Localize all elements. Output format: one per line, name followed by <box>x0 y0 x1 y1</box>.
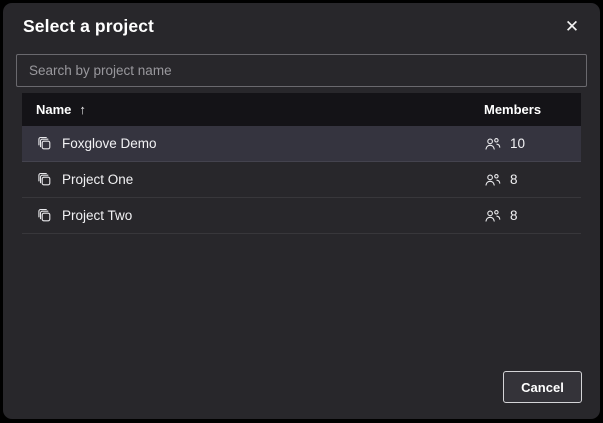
column-header-name-label: Name <box>36 102 71 117</box>
select-project-dialog: Select a project ✕ Name ↑ Members <box>3 3 600 419</box>
dialog-title: Select a project <box>23 16 580 37</box>
project-layers-icon <box>36 207 53 224</box>
dialog-footer: Cancel <box>503 371 582 403</box>
project-row[interactable]: Project Two 8 <box>22 198 581 234</box>
modal-backdrop: Select a project ✕ Name ↑ Members <box>0 0 603 423</box>
table-body: Foxglove Demo 10 Pro <box>22 126 581 234</box>
project-row[interactable]: Foxglove Demo 10 <box>22 126 581 162</box>
sort-ascending-icon: ↑ <box>79 102 86 117</box>
members-icon <box>484 207 501 224</box>
members-icon <box>484 135 501 152</box>
projects-table: Name ↑ Members Foxglove Demo <box>22 93 581 234</box>
close-icon[interactable]: ✕ <box>558 13 586 41</box>
dialog-header: Select a project ✕ <box>3 3 600 48</box>
project-name: Project One <box>62 172 133 187</box>
column-header-members-label: Members <box>484 102 541 117</box>
project-members-cell: 8 <box>484 207 581 224</box>
member-count: 8 <box>510 172 518 187</box>
project-members-cell: 8 <box>484 171 581 188</box>
project-name-cell: Project One <box>22 171 484 188</box>
members-icon <box>484 171 501 188</box>
member-count: 10 <box>510 136 525 151</box>
project-name: Project Two <box>62 208 132 223</box>
project-name: Foxglove Demo <box>62 136 157 151</box>
project-row[interactable]: Project One 8 <box>22 162 581 198</box>
project-name-cell: Project Two <box>22 207 484 224</box>
search-input[interactable] <box>16 54 587 87</box>
project-name-cell: Foxglove Demo <box>22 135 484 152</box>
project-members-cell: 10 <box>484 135 581 152</box>
column-header-name[interactable]: Name ↑ <box>22 102 484 117</box>
project-layers-icon <box>36 171 53 188</box>
column-header-members[interactable]: Members <box>484 102 581 117</box>
project-layers-icon <box>36 135 53 152</box>
table-header-row: Name ↑ Members <box>22 93 581 126</box>
cancel-button[interactable]: Cancel <box>503 371 582 403</box>
member-count: 8 <box>510 208 518 223</box>
